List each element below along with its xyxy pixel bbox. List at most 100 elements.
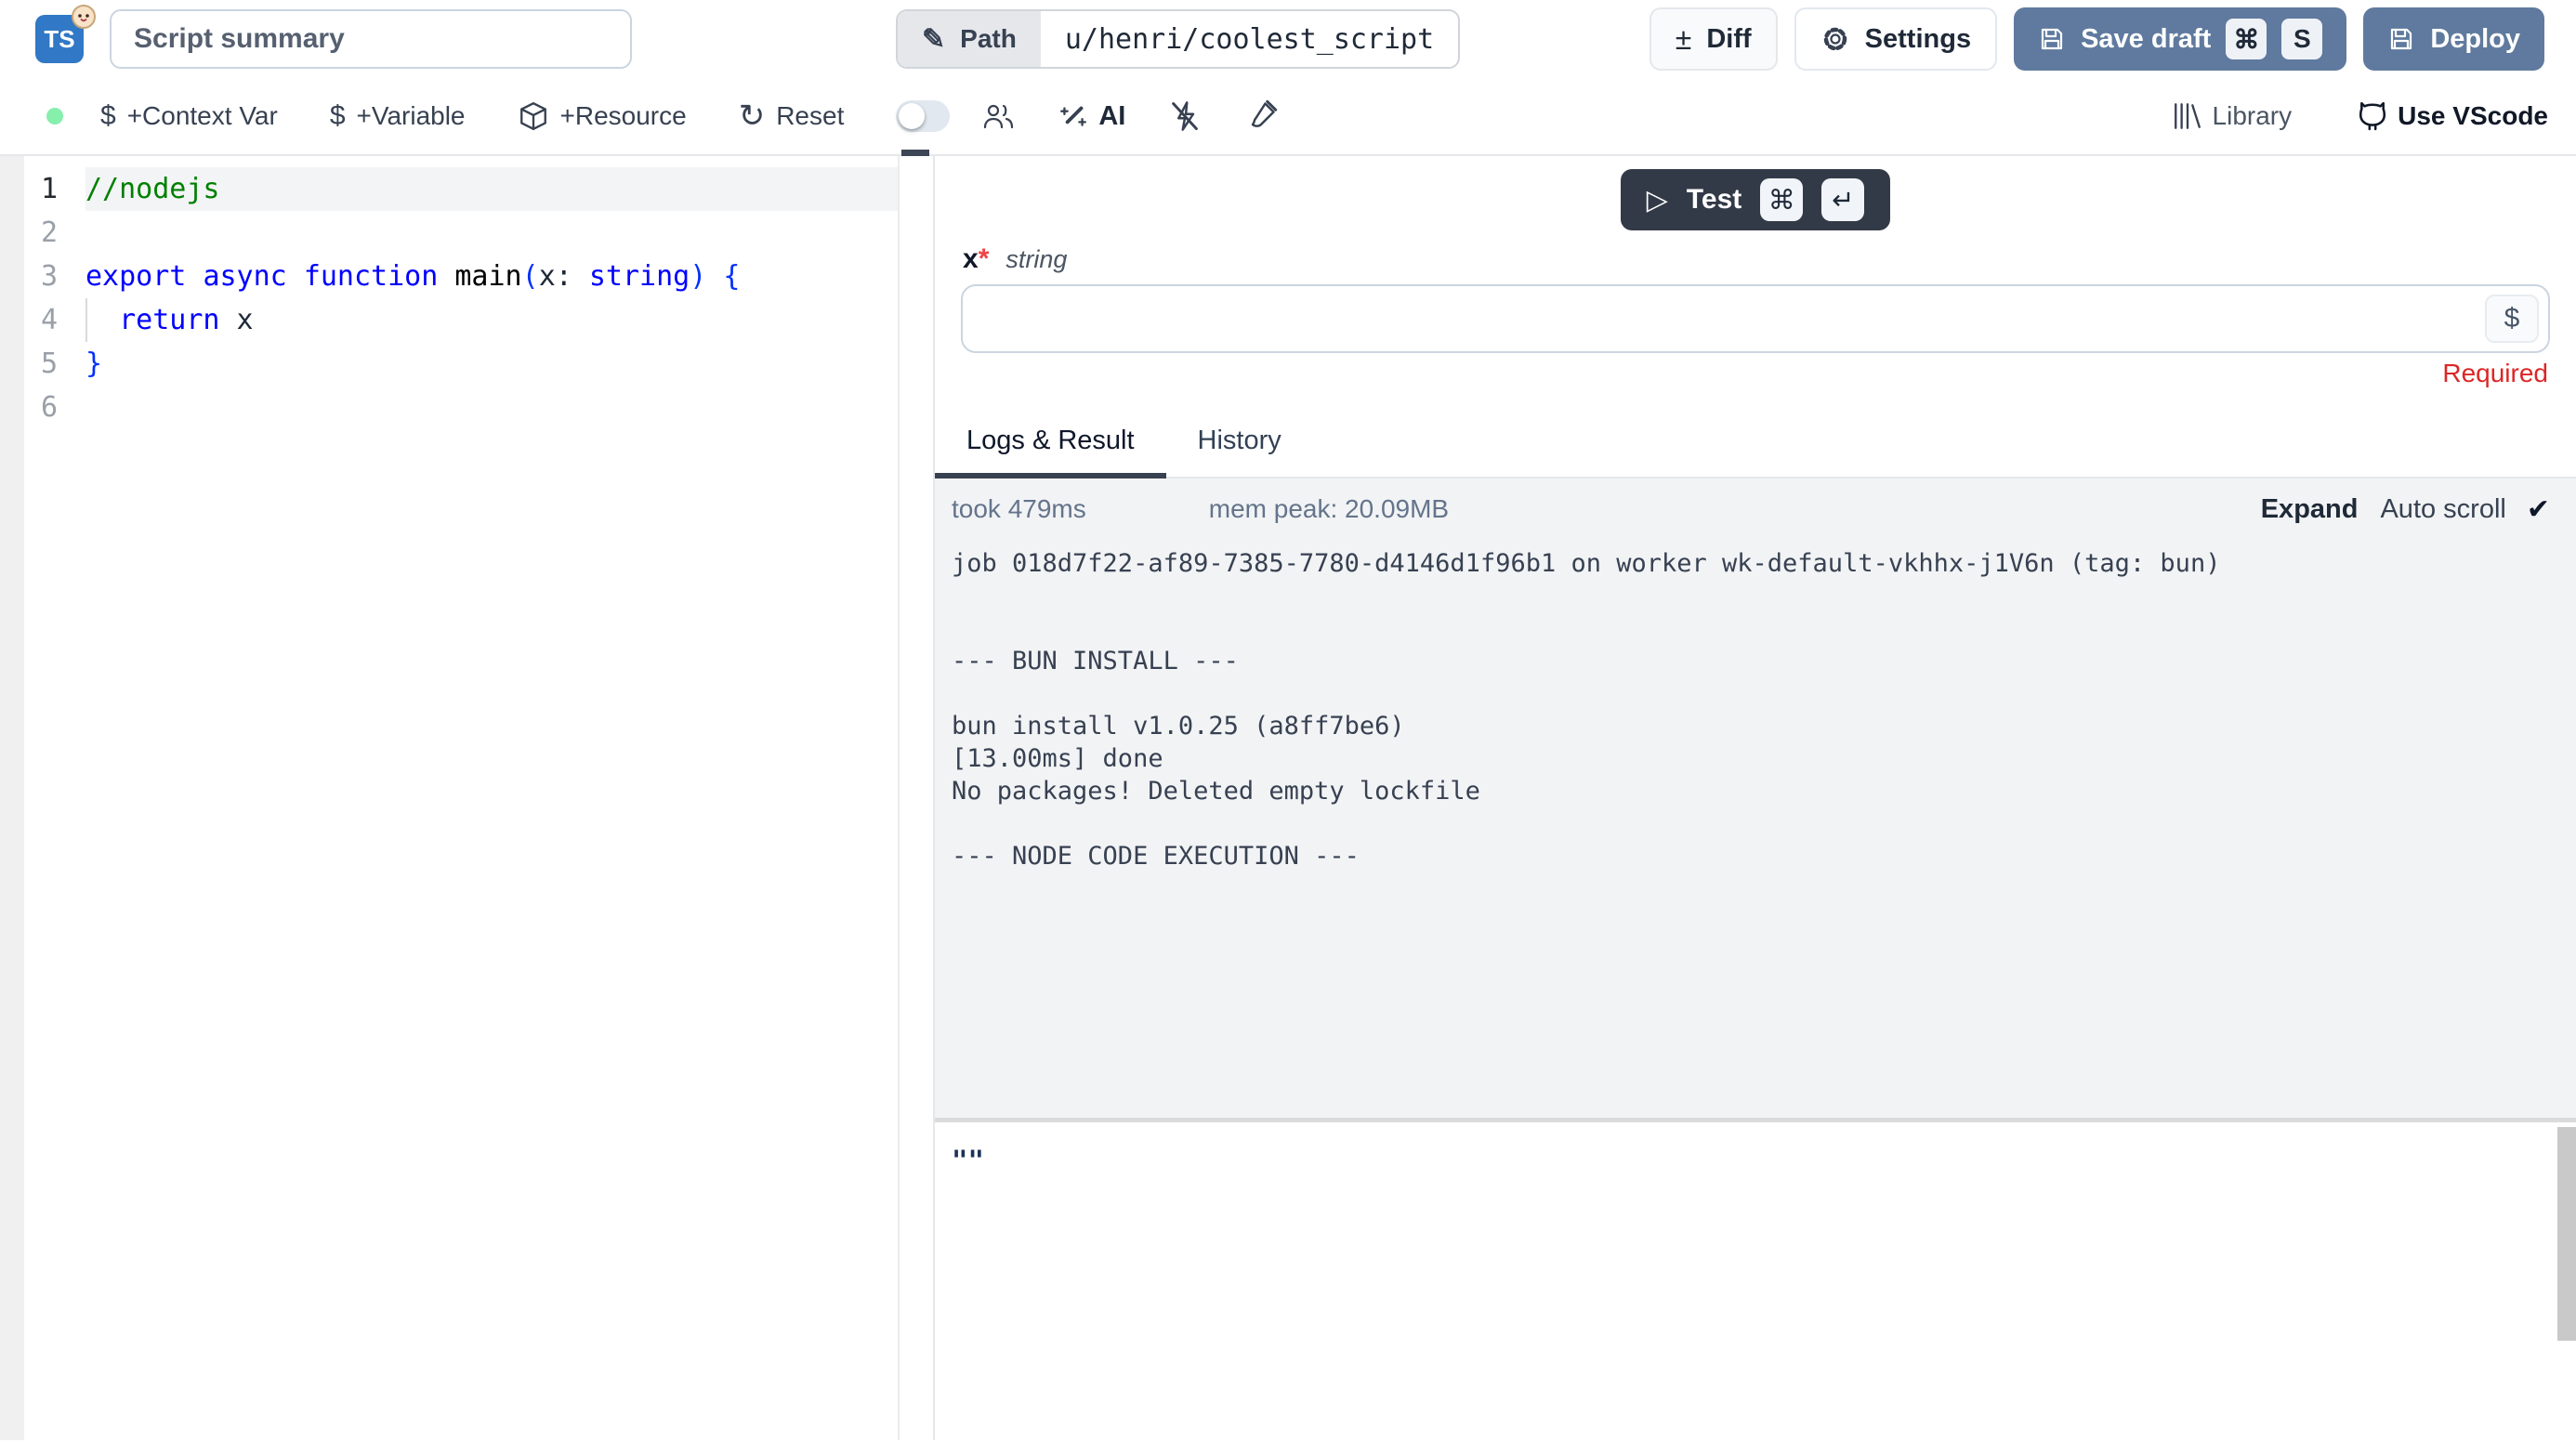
code-line[interactable]: 4 return x <box>0 298 898 342</box>
kbd-cmd: ⌘ <box>2226 19 2267 59</box>
github-octocat-icon <box>2357 100 2388 132</box>
use-vscode-button[interactable]: Use VScode <box>2357 100 2548 132</box>
format-code-button[interactable] <box>1244 99 1278 133</box>
script-summary-input[interactable] <box>110 9 632 69</box>
collaborators-button[interactable] <box>981 100 1015 132</box>
kbd-cmd-icon: ⌘ <box>1760 178 1803 221</box>
disable-autorun-button[interactable] <box>1168 99 1202 133</box>
argument-label-row: x * string <box>963 243 2548 275</box>
code-text: export async function main(x: string) { <box>85 255 898 298</box>
diff-label: Diff <box>1706 24 1751 55</box>
save-draft-label: Save draft <box>2081 24 2211 55</box>
line-number: 5 <box>0 342 58 386</box>
add-context-var-button[interactable]: $ +Context Var <box>100 100 278 132</box>
code-line[interactable]: 2 <box>0 211 898 255</box>
result-scrollbar-thumb[interactable] <box>2557 1127 2576 1341</box>
duration-label: took 479ms <box>952 494 1086 524</box>
path-button[interactable]: ✎ Path u/henri/coolest_script <box>896 9 1460 69</box>
paintbrush-icon <box>1244 99 1278 133</box>
code-lines[interactable]: 1 //nodejs 23 export async function main(x:… <box>0 156 898 429</box>
add-variable-label: +Variable <box>357 101 466 131</box>
kbd-enter-icon: ↵ <box>1821 178 1864 221</box>
argument-x-input[interactable] <box>963 286 2548 351</box>
library-button[interactable]: Library <box>2172 101 2293 131</box>
bun-runtime-badge-icon <box>71 4 97 30</box>
result-value: "" <box>952 1145 2576 1176</box>
save-icon <box>2038 25 2066 53</box>
result-tabs: Logs & Result History <box>935 413 2576 478</box>
code-editor[interactable]: 1 //nodejs 23 export async function main(x:… <box>0 156 900 1440</box>
add-variable-button[interactable]: $ +Variable <box>330 100 466 132</box>
deploy-label: Deploy <box>2430 24 2520 55</box>
path-label-section: ✎ Path <box>898 11 1041 67</box>
topbar-left-group: TS <box>35 0 632 78</box>
settings-button[interactable]: Settings <box>1794 7 1997 71</box>
log-output: job 018d7f22-af89-7385-7780-d4146d1f96b1… <box>952 547 2576 872</box>
line-number: 2 <box>0 211 58 255</box>
required-asterisk: * <box>979 243 990 275</box>
main-split-view: 1 //nodejs 23 export async function main(x:… <box>0 156 2576 1440</box>
dollar-icon: $ <box>2504 303 2520 334</box>
test-button[interactable]: ▷ Test ⌘ ↵ <box>1621 169 1891 230</box>
panel-resize-handle[interactable] <box>901 150 929 156</box>
argument-input-wrap: $ <box>961 284 2550 353</box>
toggle-knob <box>899 103 925 129</box>
package-icon <box>518 100 549 132</box>
topbar-actions: ± Diff Settings Save draft ⌘ S <box>1649 7 2544 71</box>
insert-variable-button[interactable]: $ <box>2485 295 2539 343</box>
edit-pencil-icon: ✎ <box>922 23 945 56</box>
code-text: } <box>85 342 898 386</box>
play-icon: ▷ <box>1647 184 1668 216</box>
required-hint: Required <box>963 359 2548 394</box>
library-books-icon <box>2172 101 2203 131</box>
code-line[interactable]: 3 export async function main(x: string) { <box>0 255 898 298</box>
library-label: Library <box>2213 101 2293 131</box>
save-icon <box>2387 25 2415 53</box>
code-line[interactable]: 5} <box>0 342 898 386</box>
dollar-icon: $ <box>330 100 346 132</box>
users-icon <box>981 100 1015 132</box>
logs-panel: took 479ms mem peak: 20.09MB Expand Auto… <box>935 478 2576 1118</box>
ai-assistant-button[interactable]: AI <box>1058 100 1125 132</box>
line-number: 1 <box>0 167 58 211</box>
reset-label: Reset <box>776 101 844 131</box>
add-resource-label: +Resource <box>560 101 687 131</box>
expand-button[interactable]: Expand <box>2261 494 2359 525</box>
auto-scroll-checkbox[interactable]: ✔ <box>2527 493 2550 526</box>
argument-name: x <box>963 243 979 275</box>
code-line[interactable]: 1 //nodejs <box>0 167 898 211</box>
save-draft-button[interactable]: Save draft ⌘ S <box>2014 7 2346 71</box>
panel-splitter[interactable] <box>900 156 933 1440</box>
gear-icon <box>1820 24 1850 54</box>
deploy-button[interactable]: Deploy <box>2363 7 2544 71</box>
editor-toolbar: $ +Context Var $ +Variable +Resource ↻ R… <box>0 78 2576 156</box>
refresh-icon: ↻ <box>739 98 766 135</box>
test-row: ▷ Test ⌘ ↵ <box>935 156 2576 230</box>
code-line[interactable]: 6 <box>0 386 898 429</box>
reset-button[interactable]: ↻ Reset <box>739 98 845 135</box>
line-number: 4 <box>0 298 58 342</box>
line-number: 6 <box>0 386 58 429</box>
argument-type: string <box>1005 245 1067 274</box>
add-resource-button[interactable]: +Resource <box>518 100 687 132</box>
diff-button[interactable]: ± Diff <box>1649 7 1778 71</box>
path-value: u/henri/coolest_script <box>1041 11 1458 67</box>
code-text: return x <box>85 298 898 342</box>
result-area: "" <box>935 1122 2576 1440</box>
test-label: Test <box>1687 184 1741 216</box>
code-text <box>85 211 898 255</box>
typescript-language-icon: TS <box>35 15 84 63</box>
code-text: //nodejs <box>85 167 898 211</box>
dollar-icon: $ <box>100 100 116 132</box>
tab-history[interactable]: History <box>1166 413 1313 477</box>
status-dot <box>46 108 63 125</box>
tab-logs-result[interactable]: Logs & Result <box>935 413 1166 478</box>
auto-scroll-label: Auto scroll <box>2380 494 2505 525</box>
diff-mode-toggle[interactable] <box>896 100 950 132</box>
add-context-var-label: +Context Var <box>127 101 278 131</box>
use-vscode-label: Use VScode <box>2398 101 2548 131</box>
line-number: 3 <box>0 255 58 298</box>
flash-off-icon <box>1168 99 1202 133</box>
top-bar: TS ✎ Path u/henri/coolest_script ± Diff <box>0 0 2576 78</box>
plus-minus-icon: ± <box>1676 22 1692 57</box>
